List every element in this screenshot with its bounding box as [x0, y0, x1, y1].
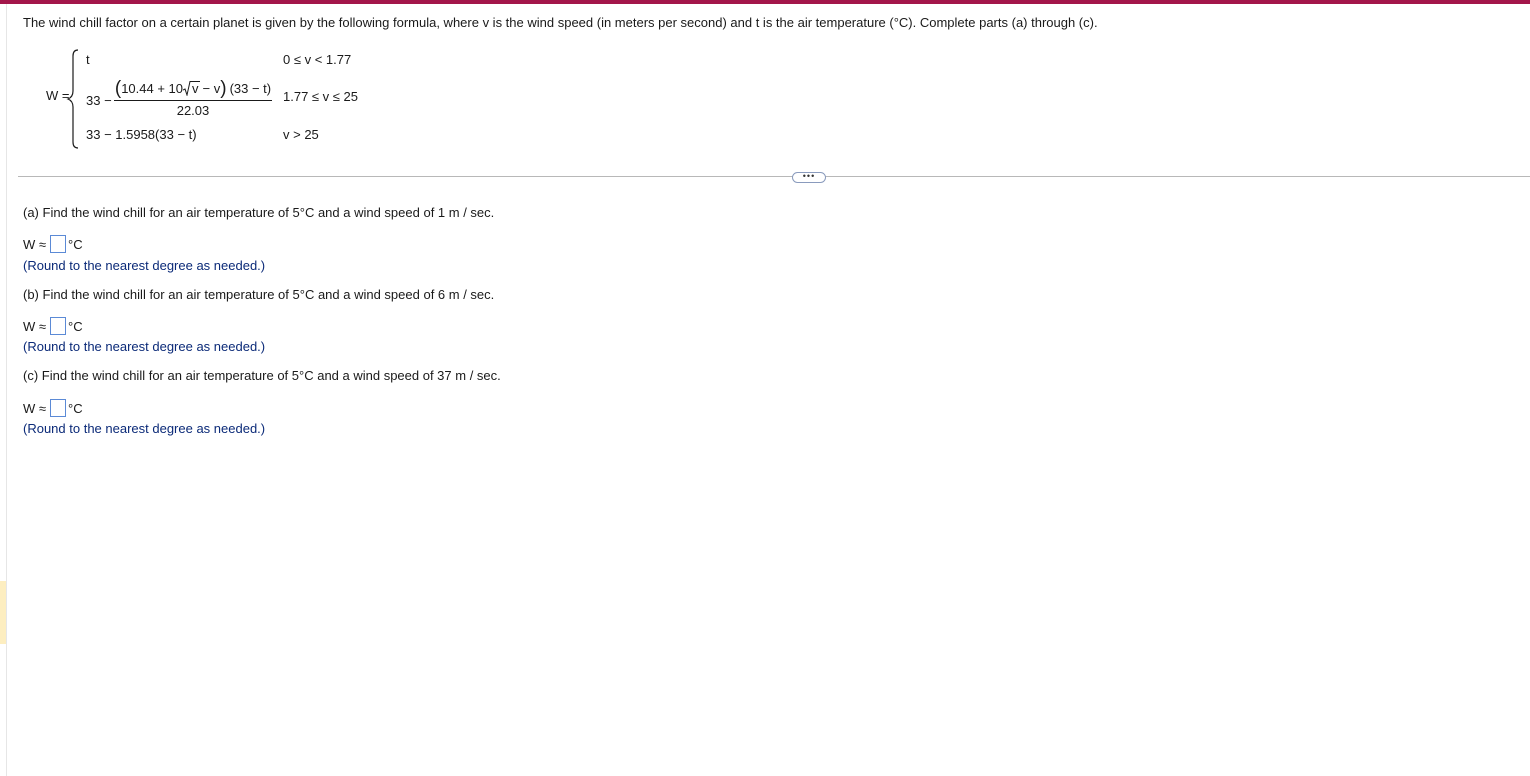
- numerator-minus-v: − v: [202, 80, 221, 96]
- fraction-numerator: ( 10.44 + 10 v − v ) (33 − t): [114, 76, 272, 100]
- part-b-hint: (Round to the nearest degree as needed.): [23, 339, 266, 354]
- case3-expression: 33 − 1.5958(33 − t): [86, 127, 197, 142]
- part-a-question: (a) Find the wind chill for an air tempe…: [23, 205, 495, 220]
- answer-unit: °C: [68, 400, 83, 416]
- fraction-bar: [114, 100, 272, 101]
- part-c-question: (c) Find the wind chill for an air tempe…: [23, 368, 501, 383]
- part-a-answer-line: W ≈ °C: [23, 235, 83, 253]
- left-brace-icon: [66, 49, 79, 149]
- section-divider: [18, 176, 1530, 177]
- part-b-answer-input[interactable]: [50, 317, 67, 335]
- top-accent-bar: [0, 0, 1530, 4]
- problem-intro: The wind chill factor on a certain plane…: [23, 15, 1098, 30]
- part-c-answer-input[interactable]: [50, 399, 67, 417]
- fraction-denominator: 22.03: [176, 103, 210, 118]
- part-a-answer-input[interactable]: [50, 235, 67, 253]
- case1-expression: t: [86, 52, 90, 67]
- case2-prefix: 33 −: [86, 93, 112, 108]
- part-c-hint: (Round to the nearest degree as needed.): [23, 421, 266, 436]
- part-a-hint: (Round to the nearest degree as needed.): [23, 258, 266, 273]
- case3-condition: v > 25: [283, 127, 319, 142]
- part-b-question: (b) Find the wind chill for an air tempe…: [23, 287, 495, 302]
- more-options-button[interactable]: •••: [792, 172, 826, 183]
- numerator-factor: (33 − t): [229, 80, 272, 96]
- answer-prefix: W ≈: [23, 318, 47, 334]
- answer-prefix: W ≈: [23, 400, 47, 416]
- numerator-constant: 10.44 + 10: [121, 80, 184, 96]
- answer-unit: °C: [68, 236, 83, 252]
- case2-condition: 1.77 ≤ v ≤ 25: [283, 89, 358, 104]
- left-side-marker: [0, 581, 6, 644]
- answer-unit: °C: [68, 318, 83, 334]
- left-divider: [6, 4, 7, 776]
- answer-prefix: W ≈: [23, 236, 47, 252]
- part-b-answer-line: W ≈ °C: [23, 317, 83, 335]
- close-paren-glyph: ): [220, 77, 227, 99]
- case1-condition: 0 ≤ v < 1.77: [283, 52, 352, 67]
- radicand: v: [191, 80, 200, 96]
- part-c-answer-line: W ≈ °C: [23, 399, 83, 417]
- square-root: v: [183, 80, 200, 96]
- case2-fraction: ( 10.44 + 10 v − v ) (33 − t) 22.03: [114, 76, 272, 118]
- radical-icon: [183, 80, 192, 96]
